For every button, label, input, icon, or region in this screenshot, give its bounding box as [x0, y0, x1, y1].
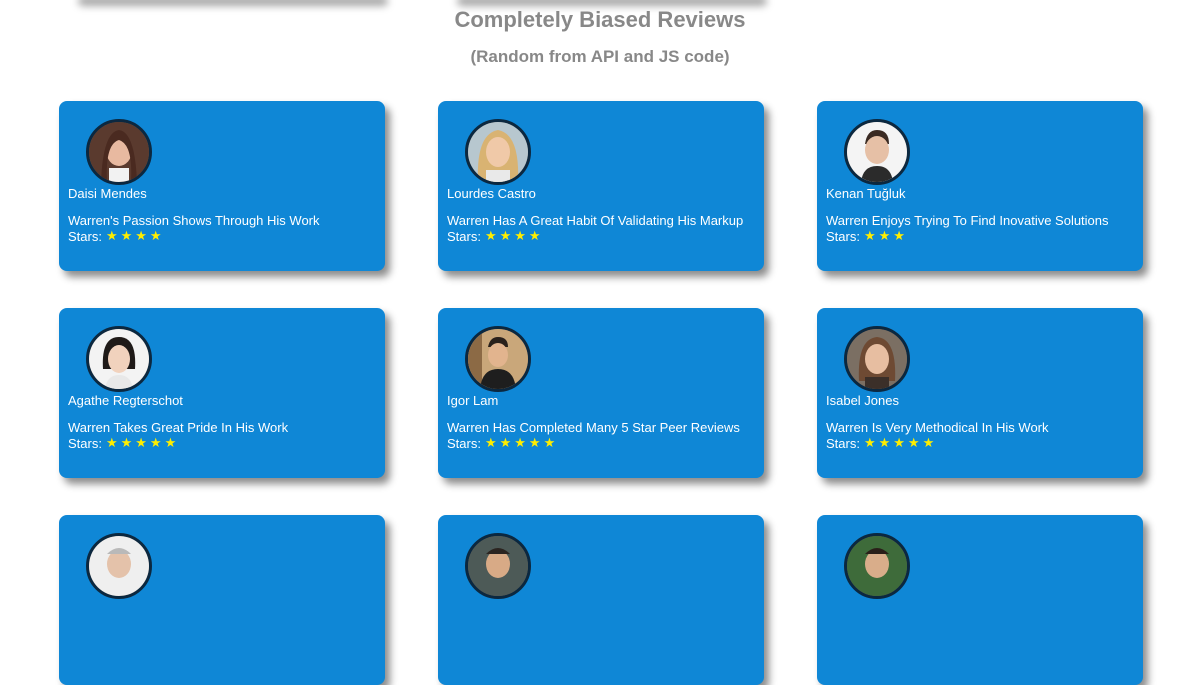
- review-card: [59, 515, 385, 685]
- avatar: [465, 533, 531, 599]
- star-rating-icon: ★★★★★: [484, 435, 559, 450]
- avatar: [465, 326, 531, 392]
- rating-row: Stars: ★★★★★: [826, 435, 937, 451]
- star-rating-icon: ★★★★: [484, 228, 544, 243]
- review-card: Kenan Tuğluk Warren Enjoys Trying To Fin…: [817, 101, 1143, 271]
- stars-label: Stars:: [447, 228, 481, 244]
- avatar: [465, 119, 531, 185]
- avatar: [844, 533, 910, 599]
- review-text: Warren Has Completed Many 5 Star Peer Re…: [447, 420, 740, 435]
- star-rating-icon: ★★★★: [105, 228, 165, 243]
- review-card: Igor Lam Warren Has Completed Many 5 Sta…: [438, 308, 764, 478]
- review-card: Daisi Mendes Warren's Passion Shows Thro…: [59, 101, 385, 271]
- stars-label: Stars:: [447, 435, 481, 451]
- rating-row: Stars: ★★★★: [447, 228, 544, 244]
- avatar: [86, 533, 152, 599]
- rating-row: Stars: ★★★★★: [68, 435, 179, 451]
- avatar: [86, 326, 152, 392]
- rating-row: Stars: ★★★: [826, 228, 908, 244]
- review-text: Warren Has A Great Habit Of Validating H…: [447, 213, 744, 228]
- page-subtitle: (Random from API and JS code): [470, 47, 730, 66]
- review-text: Warren Takes Great Pride In His Work: [68, 420, 289, 435]
- review-card: Isabel Jones Warren Is Very Methodical I…: [817, 308, 1143, 478]
- reviewer-name: Daisi Mendes: [68, 186, 147, 201]
- review-text: Warren's Passion Shows Through His Work: [68, 213, 320, 228]
- review-text: Warren Enjoys Trying To Find Inovative S…: [826, 213, 1109, 228]
- stars-label: Stars:: [826, 435, 860, 451]
- review-card: [438, 515, 764, 685]
- stars-label: Stars:: [68, 228, 102, 244]
- stars-label: Stars:: [68, 435, 102, 451]
- avatar: [844, 326, 910, 392]
- reviewer-name: Lourdes Castro: [447, 186, 536, 201]
- reviews-grid: Daisi Mendes Warren's Passion Shows Thro…: [59, 101, 1143, 685]
- reviewer-name: Kenan Tuğluk: [826, 186, 906, 201]
- star-rating-icon: ★★★★★: [105, 435, 180, 450]
- review-card: [817, 515, 1143, 685]
- avatar: [86, 119, 152, 185]
- reviewer-name: Isabel Jones: [826, 393, 899, 408]
- review-card: Lourdes Castro Warren Has A Great Habit …: [438, 101, 764, 271]
- rating-row: Stars: ★★★★: [68, 228, 165, 244]
- stars-label: Stars:: [826, 228, 860, 244]
- star-rating-icon: ★★★: [863, 228, 908, 243]
- page-title: Completely Biased Reviews: [454, 7, 746, 32]
- review-card: Agathe Regterschot Warren Takes Great Pr…: [59, 308, 385, 478]
- star-rating-icon: ★★★★★: [863, 435, 938, 450]
- rating-row: Stars: ★★★★★: [447, 435, 558, 451]
- reviewer-name: Agathe Regterschot: [68, 393, 183, 408]
- avatar: [844, 119, 910, 185]
- review-text: Warren Is Very Methodical In His Work: [826, 420, 1049, 435]
- reviewer-name: Igor Lam: [447, 393, 499, 408]
